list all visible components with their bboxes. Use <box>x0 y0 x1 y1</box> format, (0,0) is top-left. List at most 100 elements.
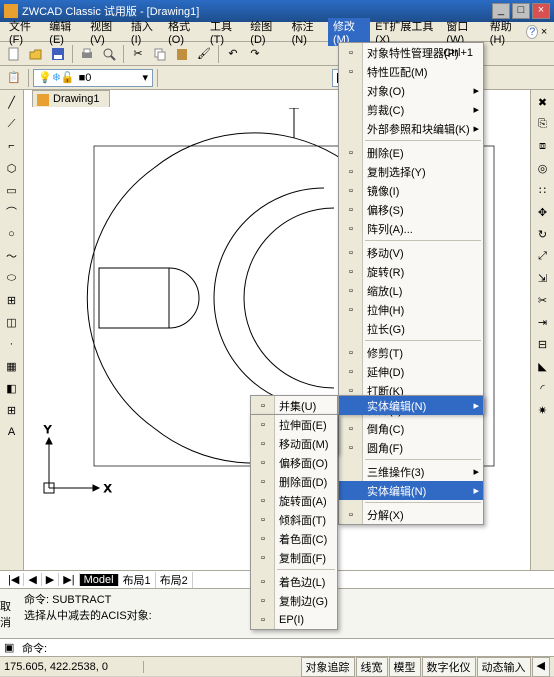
fillet-tool[interactable]: ◜ <box>533 378 553 398</box>
region-tool[interactable]: ◧ <box>2 378 22 398</box>
polygon-tool[interactable]: ⬡ <box>2 158 22 178</box>
polyline-tool[interactable]: ⌐ <box>2 136 22 156</box>
menu-item[interactable]: ▫拉伸面(E) <box>251 415 337 434</box>
circle-tool[interactable]: ○ <box>2 224 22 244</box>
undo-button[interactable]: ↶ <box>223 44 243 64</box>
tab-nav-first[interactable]: |◀ <box>4 573 24 586</box>
trim-tool[interactable]: ✂ <box>533 290 553 310</box>
tab-layout2[interactable]: 布局2 <box>156 572 193 588</box>
tab-nav-last[interactable]: ▶| <box>59 573 79 586</box>
cut-button[interactable]: ✂ <box>128 44 148 64</box>
menu-item[interactable]: ▫EP(I) <box>251 610 337 629</box>
menu-item[interactable]: ▫着色面(C) <box>251 529 337 548</box>
layer-dropdown[interactable]: 💡❄🔓■0▾ <box>33 69 153 87</box>
stretch-tool[interactable]: ⇲ <box>533 268 553 288</box>
copy-tool[interactable]: ⎘ <box>533 114 553 134</box>
menu-item[interactable]: 实体编辑(N)▸ <box>339 481 483 500</box>
solidedit-bridge[interactable]: 实体编辑(N)▸ <box>338 395 484 414</box>
menu-item[interactable]: ▫阵列(A)... <box>339 219 483 238</box>
menu-item[interactable]: ▫倾斜面(T) <box>251 510 337 529</box>
menu-item[interactable]: 剪裁(C)▸ <box>339 100 483 119</box>
menu-draw[interactable]: 绘图(D) <box>245 18 286 46</box>
close-button[interactable]: × <box>532 3 550 19</box>
help-icon[interactable]: ? <box>526 25 538 39</box>
mode-model[interactable]: 模型 <box>389 657 421 677</box>
spline-tool[interactable]: 〜 <box>2 246 22 266</box>
menu-item[interactable]: ▫并集(U) <box>251 396 337 415</box>
menu-item[interactable]: ▫分解(X) <box>339 505 483 524</box>
mode-dyninput[interactable]: 动态输入 <box>477 657 531 677</box>
menu-item[interactable]: ▫旋转(R) <box>339 262 483 281</box>
menu-item[interactable]: ▫修剪(T) <box>339 343 483 362</box>
menu-item[interactable]: ▫复制选择(Y) <box>339 162 483 181</box>
text-tool[interactable]: A <box>2 422 22 442</box>
menu-item[interactable]: ▫倒角(C) <box>339 419 483 438</box>
save-button[interactable] <box>48 44 68 64</box>
arc-tool[interactable]: ⌒ <box>2 202 22 222</box>
mode-lineweight[interactable]: 线宽 <box>356 657 388 677</box>
explode-tool[interactable]: ✷ <box>533 400 553 420</box>
mode-otrack[interactable]: 对象追踪 <box>301 657 355 677</box>
menu-item[interactable]: ▫复制边(G) <box>251 591 337 610</box>
preview-button[interactable] <box>99 44 119 64</box>
block-tool[interactable]: ◫ <box>2 312 22 332</box>
rotate-tool[interactable]: ↻ <box>533 224 553 244</box>
menu-item[interactable]: ▫缩放(L) <box>339 281 483 300</box>
menu-item[interactable]: 拉长(G) <box>339 319 483 338</box>
tab-nav-next[interactable]: ▶ <box>42 573 59 586</box>
menu-file[interactable]: 文件(F) <box>4 18 44 46</box>
command-input-row[interactable]: ▣ 命令: <box>0 638 554 656</box>
tab-model[interactable]: Model <box>80 574 119 586</box>
paste-button[interactable] <box>172 44 192 64</box>
menu-item[interactable]: ▫特性匹配(M) <box>339 62 483 81</box>
open-button[interactable] <box>26 44 46 64</box>
menu-edit[interactable]: 编辑(E) <box>44 18 85 46</box>
tab-nav-prev[interactable]: ◀ <box>24 573 41 586</box>
matchprop-button[interactable]: 🖌 <box>194 44 214 64</box>
new-button[interactable] <box>4 44 24 64</box>
modify-menu[interactable]: ▫对象特性管理器(P)Ctrl+1▫特性匹配(M)对象(O)▸剪裁(C)▸外部参… <box>338 42 484 525</box>
menu-item[interactable]: ▫对象特性管理器(P)Ctrl+1 <box>339 43 483 62</box>
document-tab[interactable]: Drawing1 <box>32 90 110 107</box>
close-doc-button[interactable]: × <box>538 26 550 38</box>
menu-item[interactable]: ▫镜像(I) <box>339 181 483 200</box>
menu-item[interactable]: 外部参照和块编辑(K)▸ <box>339 119 483 138</box>
menu-item[interactable]: ▫删除面(D) <box>251 472 337 491</box>
menu-item[interactable]: ▫着色边(L) <box>251 572 337 591</box>
menu-item[interactable]: ▫复制面(F) <box>251 548 337 567</box>
offset-tool[interactable]: ◎ <box>533 158 553 178</box>
menu-tools[interactable]: 工具(T) <box>205 18 245 46</box>
menu-item[interactable]: ▫偏移(S) <box>339 200 483 219</box>
point-tool[interactable]: · <box>2 334 22 354</box>
rectangle-tool[interactable]: ▭ <box>2 180 22 200</box>
hatch-tool[interactable]: ▦ <box>2 356 22 376</box>
menu-dimension[interactable]: 标注(N) <box>287 18 328 46</box>
menu-item[interactable]: ▫删除(E) <box>339 143 483 162</box>
command-input[interactable] <box>47 642 550 654</box>
erase-tool[interactable]: ✖ <box>533 92 553 112</box>
chamfer-tool[interactable]: ◣ <box>533 356 553 376</box>
break-tool[interactable]: ⊟ <box>533 334 553 354</box>
menu-item[interactable]: ▫拉伸(H) <box>339 300 483 319</box>
ellipse-tool[interactable]: ⬭ <box>2 268 22 288</box>
line-tool[interactable]: ╱ <box>2 92 22 112</box>
menu-item[interactable]: 三维操作(3)▸ <box>339 462 483 481</box>
xline-tool[interactable]: ⟋ <box>2 114 22 134</box>
menu-item[interactable]: 对象(O)▸ <box>339 81 483 100</box>
print-button[interactable] <box>77 44 97 64</box>
solidedit-item[interactable]: 实体编辑(N)▸ <box>339 396 483 415</box>
menu-item[interactable]: ▫圆角(F) <box>339 438 483 457</box>
table-tool[interactable]: ⊞ <box>2 400 22 420</box>
solidedit-submenu[interactable]: ▫拉伸面(E)▫移动面(M)▫偏移面(O)▫删除面(D)▫旋转面(A)▫倾斜面(… <box>250 414 338 630</box>
extend-tool[interactable]: ⇥ <box>533 312 553 332</box>
menu-insert[interactable]: 插入(I) <box>126 18 163 46</box>
tab-layout1[interactable]: 布局1 <box>119 572 156 588</box>
mirror-tool[interactable]: ⧈ <box>533 136 553 156</box>
array-tool[interactable]: ∷ <box>533 180 553 200</box>
cmd-toggle-icon[interactable]: 取消 <box>0 598 20 630</box>
menu-item[interactable]: ▫移动面(M) <box>251 434 337 453</box>
redo-button[interactable]: ↷ <box>245 44 265 64</box>
menu-format[interactable]: 格式(O) <box>163 18 205 46</box>
menu-item[interactable]: ▫偏移面(O) <box>251 453 337 472</box>
menu-item[interactable]: ▫移动(V) <box>339 243 483 262</box>
